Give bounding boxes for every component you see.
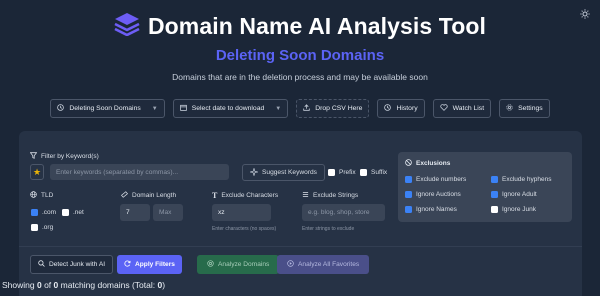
play-icon <box>287 260 294 269</box>
gear-icon <box>506 104 513 113</box>
length-max-input[interactable]: Max <box>153 204 183 221</box>
tld-org-checkbox[interactable]: .org <box>31 224 53 231</box>
filters-card: Filter by Keyword(s) ★ Enter keywords (s… <box>19 131 582 296</box>
analyze-icon <box>207 260 214 269</box>
category-select-value: Deleting Soon Domains <box>69 105 141 112</box>
checkbox-box <box>360 169 367 176</box>
length-min-input[interactable]: 7 <box>120 204 150 221</box>
settings-label: Settings <box>518 105 543 112</box>
heart-icon <box>439 104 448 113</box>
app-title: Domain Name AI Analysis Tool <box>147 13 487 39</box>
page-description: Domains that are in the deletion process… <box>172 72 428 82</box>
checkbox-box <box>405 191 412 198</box>
layers-logo-icon <box>114 12 140 41</box>
analyze-favorites-button[interactable]: Analyze All Favorites <box>277 255 370 274</box>
checkbox-box <box>405 206 412 213</box>
prefix-checkbox[interactable]: Prefix <box>328 169 356 176</box>
calendar-icon <box>179 104 187 113</box>
history-icon <box>384 104 392 113</box>
page-header: Domain Name AI Analysis Tool Deleting So… <box>0 0 600 82</box>
list-icon <box>302 191 309 200</box>
checkbox-box <box>62 209 69 216</box>
keyword-search-input[interactable]: Enter keywords (separated by commas)... <box>50 164 229 180</box>
ban-icon <box>405 159 412 168</box>
ignore-auctions-checkbox[interactable]: Ignore Auctions <box>405 191 461 198</box>
exclude-strings-label: Exclude Strings <box>302 191 358 200</box>
exclude-numbers-checkbox[interactable]: Exclude numbers <box>405 176 466 183</box>
theme-toggle-icon[interactable] <box>578 7 592 21</box>
date-select-value: Select date to download <box>191 105 265 112</box>
filter-icon <box>29 152 38 161</box>
exclude-strings-input[interactable]: e.g. blog, shop, store <box>302 204 385 221</box>
clock-icon <box>57 104 65 113</box>
upload-icon <box>303 104 310 113</box>
exclusions-panel: Exclusions Exclude numbers Exclude hyphe… <box>398 152 572 222</box>
globe-icon <box>30 191 37 200</box>
chevron-down-icon: ▼ <box>151 105 158 112</box>
toolbar: Deleting Soon Domains ▼ Select date to d… <box>0 99 600 118</box>
ruler-icon <box>121 191 128 200</box>
section-divider <box>19 246 582 247</box>
ignore-adult-checkbox[interactable]: Ignore Adult <box>491 191 537 198</box>
checkbox-box <box>491 191 498 198</box>
exclude-hyphens-checkbox[interactable]: Exclude hyphens <box>491 176 552 183</box>
checkbox-box <box>328 169 335 176</box>
settings-button[interactable]: Settings <box>499 99 550 118</box>
checkbox-box <box>31 224 38 231</box>
watch-list-label: Watch List <box>452 105 485 112</box>
exclude-strings-hint: Enter strings to exclude <box>302 226 355 232</box>
results-status: Showing 0 of 0 matching domains (Total: … <box>2 280 166 290</box>
apply-filters-button[interactable]: Apply Filters <box>117 255 182 274</box>
checkbox-box <box>405 176 412 183</box>
date-select[interactable]: Select date to download ▼ <box>172 99 289 118</box>
exclude-characters-label: T Exclude Characters <box>212 191 279 200</box>
category-select[interactable]: Deleting Soon Domains ▼ <box>50 99 165 118</box>
tld-label: TLD <box>30 191 53 200</box>
drop-csv-label: Drop CSV Here <box>315 105 363 112</box>
drop-csv-zone[interactable]: Drop CSV Here <box>296 99 370 118</box>
domain-length-label: Domain Length <box>121 191 176 200</box>
keyword-filter-label: Filter by Keyword(s) <box>29 152 99 161</box>
page-subtitle: Deleting Soon Domains <box>215 47 385 64</box>
tld-net-checkbox[interactable]: .net <box>62 209 84 216</box>
text-type-icon: T <box>212 191 218 200</box>
search-icon <box>38 260 45 269</box>
checkbox-box <box>491 206 498 213</box>
checkbox-box <box>491 176 498 183</box>
tld-com-checkbox[interactable]: .com <box>31 209 56 216</box>
chevron-down-icon: ▼ <box>275 105 282 112</box>
detect-junk-button[interactable]: Detect Junk with AI <box>30 255 114 274</box>
exclude-characters-hint: Enter characters (no spaces) <box>212 226 277 232</box>
history-label: History <box>396 105 418 112</box>
refresh-icon <box>124 260 131 269</box>
favorite-keywords-star-icon[interactable]: ★ <box>30 164 44 180</box>
suffix-checkbox[interactable]: Suffix <box>360 169 387 176</box>
exclude-characters-input[interactable]: xz <box>212 204 271 221</box>
checkbox-box <box>31 209 38 216</box>
watch-list-button[interactable]: Watch List <box>432 99 492 118</box>
sparkle-icon <box>249 166 259 178</box>
ignore-junk-checkbox[interactable]: Ignore Junk <box>491 206 536 213</box>
ignore-names-checkbox[interactable]: Ignore Names <box>405 206 457 213</box>
history-button[interactable]: History <box>377 99 425 118</box>
suggest-keywords-button[interactable]: Suggest Keywords <box>242 164 325 181</box>
analyze-domains-button[interactable]: Analyze Domains <box>197 255 280 274</box>
exclusions-title: Exclusions <box>405 159 450 168</box>
